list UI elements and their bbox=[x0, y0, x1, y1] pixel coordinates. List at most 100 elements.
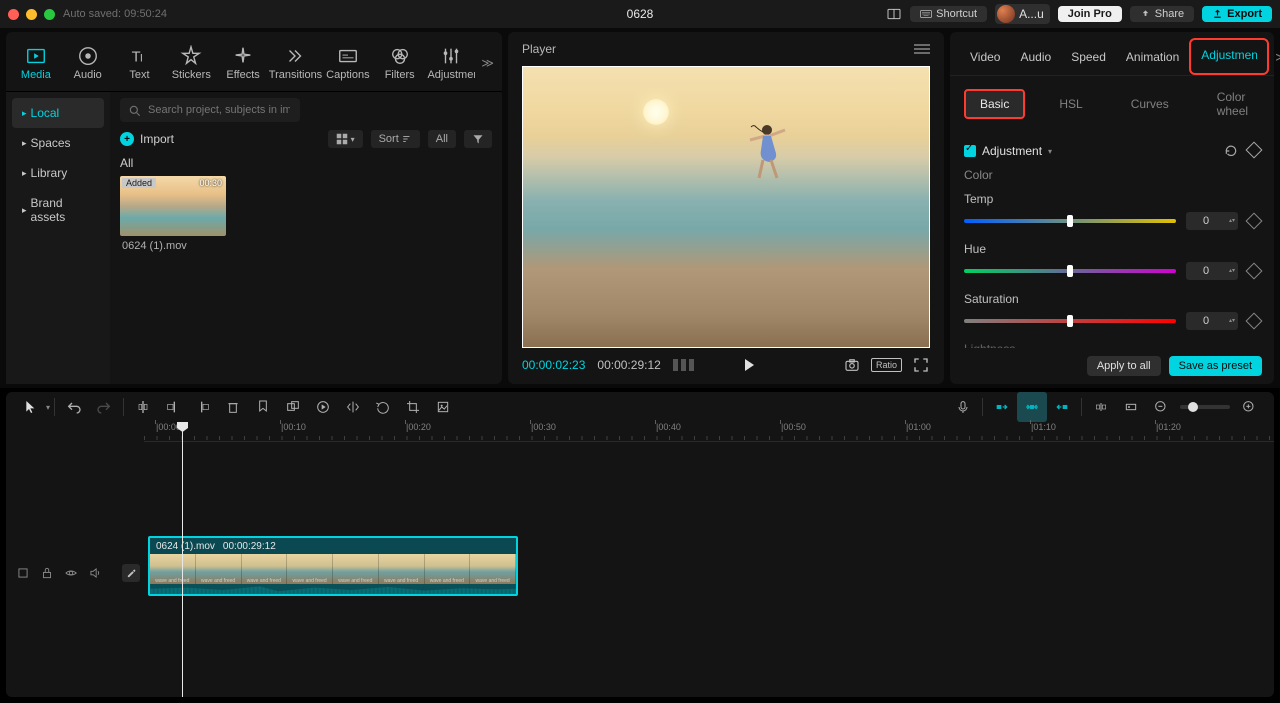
filter-all-button[interactable]: All bbox=[428, 130, 456, 148]
import-button[interactable]: + Import bbox=[120, 132, 174, 146]
hide-track-icon[interactable] bbox=[64, 566, 78, 580]
slider-thumb[interactable] bbox=[1067, 265, 1073, 277]
adjustment-checkbox[interactable] bbox=[964, 145, 976, 157]
prop-tab-speed[interactable]: Speed bbox=[1061, 42, 1116, 72]
save-preset-button[interactable]: Save as preset bbox=[1169, 356, 1262, 376]
layout-icon[interactable] bbox=[886, 6, 902, 22]
sidebar-item-spaces[interactable]: ▸Spaces bbox=[12, 128, 104, 158]
sort-button[interactable]: Sort bbox=[371, 130, 420, 148]
fullscreen-icon[interactable] bbox=[912, 356, 930, 374]
compare-view-icon[interactable] bbox=[673, 359, 694, 371]
playhead[interactable] bbox=[182, 422, 183, 697]
sidebar-item-brand-assets[interactable]: ▸Brand assets bbox=[12, 188, 104, 232]
tab-filters[interactable]: Filters bbox=[374, 41, 426, 85]
zoom-slider[interactable] bbox=[1180, 405, 1230, 409]
redo-button[interactable] bbox=[89, 392, 119, 422]
mute-track-icon[interactable] bbox=[88, 566, 102, 580]
rotate-tool[interactable] bbox=[368, 392, 398, 422]
crop-tool[interactable] bbox=[398, 392, 428, 422]
subtab-curves[interactable]: Curves bbox=[1117, 91, 1183, 117]
hamburger-icon[interactable] bbox=[914, 43, 930, 55]
magnet-left-icon[interactable] bbox=[987, 392, 1017, 422]
hue-slider[interactable] bbox=[964, 269, 1176, 273]
subtab-colorwheel[interactable]: Color wheel bbox=[1203, 84, 1262, 124]
saturation-value-input[interactable]: 0▴▾ bbox=[1186, 312, 1238, 330]
join-pro-button[interactable]: Join Pro bbox=[1058, 6, 1122, 22]
spinner-icon[interactable]: ▴▾ bbox=[1226, 268, 1238, 274]
prop-tab-adjustment[interactable]: Adjustment bbox=[1189, 38, 1269, 75]
subtab-hsl[interactable]: HSL bbox=[1045, 91, 1096, 117]
spinner-icon[interactable]: ▴▾ bbox=[1226, 218, 1238, 224]
tab-media[interactable]: Media bbox=[10, 41, 62, 85]
prop-tabs-overflow-icon[interactable]: ≫ bbox=[1271, 50, 1280, 64]
temp-value-input[interactable]: 0▴▾ bbox=[1186, 212, 1238, 230]
hue-keyframe-icon[interactable] bbox=[1246, 263, 1263, 280]
reset-icon[interactable] bbox=[1224, 144, 1238, 158]
tab-transitions[interactable]: Transitions bbox=[269, 41, 322, 85]
tab-captions[interactable]: Captions bbox=[322, 41, 374, 85]
timeline[interactable]: |00:00 |00:10 |00:20 |00:30 |00:40 |00:5… bbox=[6, 422, 1274, 697]
tabs-overflow-icon[interactable]: ≫ bbox=[477, 56, 498, 70]
filter-button[interactable] bbox=[464, 130, 492, 148]
maximize-window-button[interactable] bbox=[44, 9, 55, 20]
saturation-keyframe-icon[interactable] bbox=[1246, 313, 1263, 330]
delete-tool[interactable] bbox=[218, 392, 248, 422]
tab-stickers[interactable]: Stickers bbox=[165, 41, 217, 85]
sidebar-item-library[interactable]: ▸Library bbox=[12, 158, 104, 188]
tab-effects[interactable]: Effects bbox=[217, 41, 269, 85]
split-tool[interactable] bbox=[128, 392, 158, 422]
delete-right-tool[interactable] bbox=[188, 392, 218, 422]
marker-tool[interactable] bbox=[248, 392, 278, 422]
preview-axis-icon[interactable] bbox=[1116, 392, 1146, 422]
keyframe-icon[interactable] bbox=[1246, 142, 1263, 159]
player-viewport[interactable] bbox=[522, 66, 930, 348]
lock-track-icon[interactable] bbox=[40, 566, 54, 580]
voiceover-button[interactable] bbox=[948, 392, 978, 422]
magnet-right-icon[interactable] bbox=[1047, 392, 1077, 422]
play-button[interactable] bbox=[745, 359, 754, 371]
cover-track-icon[interactable] bbox=[16, 566, 30, 580]
tab-adjustment[interactable]: Adjustment bbox=[426, 41, 478, 85]
minimize-window-button[interactable] bbox=[26, 9, 37, 20]
user-chip[interactable]: A...u bbox=[995, 4, 1050, 24]
cursor-dropdown-icon[interactable]: ▾ bbox=[46, 403, 50, 412]
snapshot-icon[interactable] bbox=[843, 356, 861, 374]
mirror-tool[interactable] bbox=[338, 392, 368, 422]
tab-text[interactable]: TIText bbox=[114, 41, 166, 85]
undo-button[interactable] bbox=[59, 392, 89, 422]
main-track-magnet-icon[interactable] bbox=[1086, 392, 1116, 422]
media-thumbnail[interactable]: Added 00:30 0624 (1).mov bbox=[120, 176, 226, 256]
timeline-ruler[interactable]: |00:00 |00:10 |00:20 |00:30 |00:40 |00:5… bbox=[144, 422, 1274, 442]
slider-thumb[interactable] bbox=[1067, 315, 1073, 327]
prop-tab-video[interactable]: Video bbox=[960, 42, 1010, 72]
close-window-button[interactable] bbox=[8, 9, 19, 20]
ai-tool[interactable] bbox=[428, 392, 458, 422]
shortcut-button[interactable]: Shortcut bbox=[910, 6, 987, 22]
search-input[interactable] bbox=[120, 98, 300, 122]
temp-slider[interactable] bbox=[964, 219, 1176, 223]
edit-track-button[interactable] bbox=[122, 564, 140, 582]
ratio-button[interactable]: Ratio bbox=[871, 358, 902, 372]
apply-to-all-button[interactable]: Apply to all bbox=[1087, 356, 1161, 376]
saturation-slider[interactable] bbox=[964, 319, 1176, 323]
tab-audio[interactable]: Audio bbox=[62, 41, 114, 85]
export-button[interactable]: Export bbox=[1202, 6, 1272, 22]
share-button[interactable]: Share bbox=[1130, 6, 1194, 22]
spinner-icon[interactable]: ▴▾ bbox=[1226, 318, 1238, 324]
speed-tool[interactable] bbox=[308, 392, 338, 422]
temp-keyframe-icon[interactable] bbox=[1246, 213, 1263, 230]
compound-tool[interactable] bbox=[278, 392, 308, 422]
hue-value-input[interactable]: 0▴▾ bbox=[1186, 262, 1238, 280]
delete-left-tool[interactable] bbox=[158, 392, 188, 422]
cursor-tool[interactable] bbox=[16, 392, 46, 422]
zoom-out-icon[interactable] bbox=[1146, 392, 1176, 422]
zoom-in-icon[interactable] bbox=[1234, 392, 1264, 422]
prop-tab-audio[interactable]: Audio bbox=[1010, 42, 1061, 72]
view-grid-button[interactable]: ▾ bbox=[328, 130, 363, 148]
track-area[interactable]: 0624 (1).mov 00:00:29:12 wave and freedw… bbox=[6, 442, 1274, 682]
slider-thumb[interactable] bbox=[1067, 215, 1073, 227]
subtab-basic[interactable]: Basic bbox=[964, 89, 1025, 119]
prop-tab-animation[interactable]: Animation bbox=[1116, 42, 1189, 72]
sidebar-item-local[interactable]: ▸Local bbox=[12, 98, 104, 128]
chevron-down-icon[interactable]: ▾ bbox=[1048, 147, 1052, 156]
